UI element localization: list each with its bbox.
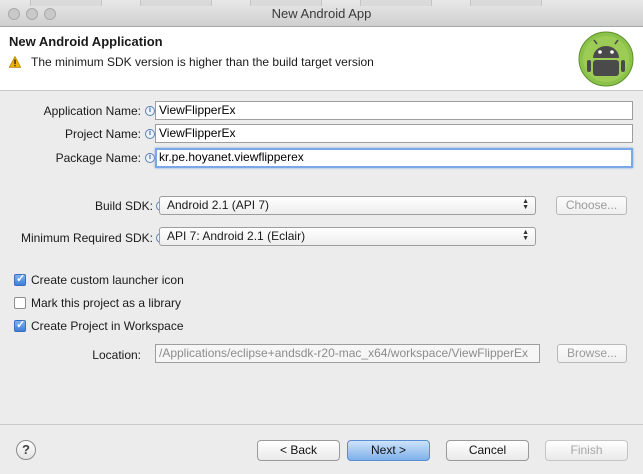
wizard-message: The minimum SDK version is higher than t… <box>31 55 374 69</box>
location-field[interactable]: /Applications/eclipse+andsdk-r20-mac_x64… <box>155 344 540 363</box>
min-sdk-label: Minimum Required SDK: <box>20 231 153 245</box>
window-title: New Android App <box>271 6 372 21</box>
custom-launcher-checkbox[interactable] <box>14 272 26 286</box>
select-arrows-icon: ▲ ▼ <box>522 229 529 242</box>
project-name-field[interactable]: ViewFlipperEx <box>155 124 633 143</box>
info-icon: i <box>145 153 155 163</box>
android-logo-icon <box>578 31 634 87</box>
app-name-field[interactable]: ViewFlipperEx <box>155 101 633 120</box>
min-sdk-value: API 7: Android 2.1 (Eclair) <box>167 229 306 243</box>
window-titlebar: New Android App <box>0 0 643 27</box>
project-name-label: Project Name: <box>64 127 141 141</box>
browse-button[interactable]: Browse... <box>557 344 627 363</box>
finish-button[interactable]: Finish <box>545 440 628 461</box>
location-label: Location: <box>92 348 141 362</box>
info-icon: i <box>145 106 155 116</box>
help-icon[interactable]: ? <box>16 440 36 460</box>
back-button[interactable]: < Back <box>257 440 340 461</box>
build-sdk-value: Android 2.1 (API 7) <box>167 198 270 212</box>
build-sdk-label: Build SDK: <box>94 199 153 213</box>
warning-icon <box>9 56 21 68</box>
cancel-button[interactable]: Cancel <box>446 440 529 461</box>
wizard-title: New Android Application <box>9 34 163 49</box>
package-name-field[interactable]: kr.pe.hoyanet.viewflipperex <box>155 148 633 168</box>
select-arrows-icon: ▲ ▼ <box>522 198 529 211</box>
workspace-checkbox[interactable] <box>14 318 26 332</box>
choose-button[interactable]: Choose... <box>556 196 627 215</box>
package-name-label: Package Name: <box>55 151 141 165</box>
app-name-label: Application Name: <box>43 104 141 118</box>
min-sdk-select[interactable]: API 7: Android 2.1 (Eclair) ▲ ▼ <box>159 227 536 246</box>
next-button[interactable]: Next > <box>347 440 430 461</box>
info-icon: i <box>145 129 155 139</box>
library-label: Mark this project as a library <box>31 296 182 310</box>
build-sdk-select[interactable]: Android 2.1 (API 7) ▲ ▼ <box>159 196 536 215</box>
workspace-label: Create Project in Workspace <box>31 319 184 333</box>
wizard-header: New Android Application The minimum SDK … <box>0 27 643 91</box>
footer-divider <box>0 424 643 425</box>
custom-launcher-label: Create custom launcher icon <box>31 273 184 287</box>
library-checkbox[interactable] <box>14 297 26 309</box>
